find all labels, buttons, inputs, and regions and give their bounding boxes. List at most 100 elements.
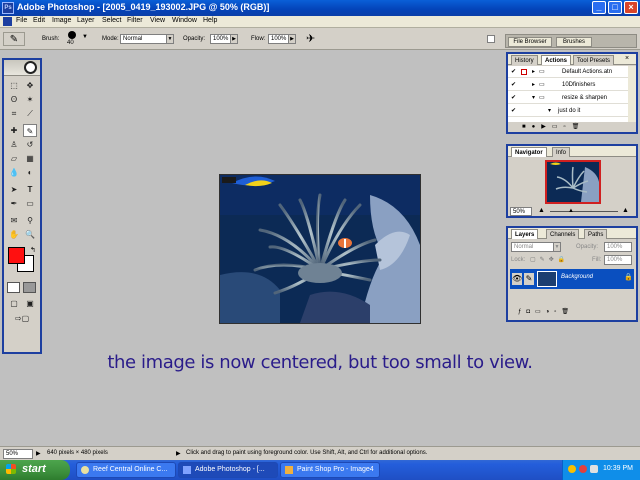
- gradient-tool-icon[interactable]: ▦: [23, 152, 37, 165]
- layer-opacity-field[interactable]: 100%: [604, 242, 632, 252]
- zoom-out-icon[interactable]: ▲: [538, 207, 545, 214]
- maximize-button[interactable]: □: [608, 1, 622, 14]
- quick-mask-mode-icon[interactable]: [23, 282, 36, 293]
- taskbar-item-photoshop[interactable]: Adobe Photoshop - [...: [178, 462, 278, 478]
- tab-history[interactable]: History: [511, 55, 538, 65]
- expand-icon[interactable]: ▾: [548, 105, 551, 117]
- photoshop-app-icon[interactable]: Ps: [2, 2, 14, 14]
- tray-volume-icon[interactable]: [590, 465, 598, 473]
- move-tool-icon[interactable]: ✥: [23, 79, 37, 92]
- notes-tool-icon[interactable]: ✉: [7, 214, 21, 227]
- standard-mode-icon[interactable]: [7, 282, 20, 293]
- brush-tool-icon[interactable]: ✎: [23, 124, 37, 137]
- actions-scrollbar[interactable]: [628, 66, 636, 122]
- layer-row-background[interactable]: 👁 ✎ Background 🔒: [510, 269, 634, 289]
- tab-navigator[interactable]: Navigator: [511, 147, 547, 157]
- healing-brush-tool-icon[interactable]: ✚: [7, 124, 21, 137]
- tab-info[interactable]: Info: [552, 147, 571, 157]
- expand-icon[interactable]: ▸: [532, 79, 535, 91]
- zoom-in-icon[interactable]: ▲: [622, 207, 629, 214]
- tab-actions[interactable]: Actions: [541, 55, 572, 65]
- list-item[interactable]: ✔ ▾ ▭ resize & sharpen: [508, 92, 628, 104]
- taskbar-item-reef-central[interactable]: Reef Central Online C...: [76, 462, 176, 478]
- layer-visibility-eye-icon[interactable]: 👁: [512, 273, 522, 285]
- status-info-arrow-icon[interactable]: ▶: [36, 450, 41, 457]
- adobe-online-eye-icon[interactable]: [24, 61, 37, 74]
- hand-tool-icon[interactable]: ✋: [7, 228, 21, 241]
- swap-colors-icon[interactable]: ↰: [30, 246, 36, 254]
- opacity-field[interactable]: 100% ▶: [210, 34, 238, 44]
- lock-icons[interactable]: ▢✎✥🔒: [530, 256, 569, 263]
- history-brush-tool-icon[interactable]: ↺: [23, 138, 37, 151]
- collapse-icon[interactable]: ▾: [532, 92, 535, 104]
- check-icon[interactable]: ✔: [511, 66, 516, 78]
- zoom-slider[interactable]: [550, 211, 618, 212]
- status-zoom-field[interactable]: 50%: [3, 449, 33, 459]
- flow-field[interactable]: 100% ▶: [268, 34, 296, 44]
- image-document-window[interactable]: [219, 174, 421, 324]
- brush-tool-preset-icon[interactable]: ✎: [3, 32, 25, 46]
- tab-paths[interactable]: Paths: [584, 229, 608, 239]
- eyedropper-tool-icon[interactable]: ⚲: [23, 214, 37, 227]
- adjustment-layer-icon[interactable]: ◑: [546, 309, 555, 315]
- menu-image[interactable]: Image: [52, 17, 71, 24]
- taskbar-item-paint-shop-pro[interactable]: Paint Shop Pro - Image4: [280, 462, 380, 478]
- blend-mode-select[interactable]: Normal ▼: [511, 242, 561, 252]
- navigator-zoom-field[interactable]: 50%: [510, 207, 532, 216]
- brush-picker-arrow-icon[interactable]: ▼: [82, 34, 88, 40]
- menu-help[interactable]: Help: [203, 17, 217, 24]
- fill-field[interactable]: 100%: [604, 255, 632, 265]
- menu-window[interactable]: Window: [172, 17, 197, 24]
- check-icon[interactable]: ✔: [511, 79, 516, 91]
- document-icon[interactable]: [3, 17, 12, 26]
- blur-tool-icon[interactable]: 💧: [7, 166, 21, 179]
- list-item[interactable]: ✔ ▸ ▭ Default Actions.atn: [508, 66, 628, 78]
- foreground-color-swatch[interactable]: [8, 247, 25, 264]
- crop-tool-icon[interactable]: ⌗: [7, 107, 21, 120]
- new-set-icon[interactable]: ▭: [552, 124, 564, 130]
- menu-filter[interactable]: Filter: [127, 17, 143, 24]
- panel-close-icon[interactable]: ×: [625, 55, 629, 62]
- layer-brush-icon[interactable]: ✎: [524, 273, 534, 285]
- minimize-button[interactable]: _: [592, 1, 606, 14]
- check-icon[interactable]: ✔: [511, 92, 516, 104]
- tab-tool-presets[interactable]: Tool Presets: [573, 55, 615, 65]
- palette-well-toggle-icon[interactable]: [487, 35, 495, 43]
- toolbox-header[interactable]: [4, 60, 40, 76]
- menu-view[interactable]: View: [150, 17, 165, 24]
- zoom-tool-icon[interactable]: 🔍: [23, 228, 37, 241]
- tab-channels[interactable]: Channels: [546, 229, 580, 239]
- menu-select[interactable]: Select: [102, 17, 121, 24]
- menu-layer[interactable]: Layer: [77, 17, 95, 24]
- zoom-slider-thumb[interactable]: ▲: [568, 208, 574, 214]
- list-item[interactable]: ✔ ▾ just do it: [508, 105, 628, 117]
- type-tool-icon[interactable]: T: [23, 183, 37, 196]
- dialog-toggle-icon[interactable]: [521, 69, 527, 75]
- path-selection-tool-icon[interactable]: ➤: [7, 183, 21, 196]
- tray-icon-2[interactable]: [579, 465, 587, 473]
- shape-tool-icon[interactable]: ▭: [23, 197, 37, 210]
- mask-icon[interactable]: ◘: [526, 309, 535, 315]
- marquee-tool-icon[interactable]: ⬚: [7, 79, 21, 92]
- menu-file[interactable]: File: [16, 17, 27, 24]
- list-item[interactable]: ✔ ▸ ▭ 10Dfinishers: [508, 79, 628, 91]
- mode-select[interactable]: Normal ▼: [120, 34, 174, 44]
- close-button[interactable]: ×: [624, 1, 638, 14]
- trash-icon[interactable]: 🗑: [561, 309, 574, 315]
- navigator-thumbnail[interactable]: [545, 160, 601, 204]
- slice-tool-icon[interactable]: ⟋: [23, 107, 37, 120]
- eraser-tool-icon[interactable]: ▱: [7, 152, 21, 165]
- brush-preview-icon[interactable]: [68, 31, 76, 39]
- tab-file-browser[interactable]: File Browser: [508, 37, 552, 47]
- clock[interactable]: 10:39 PM: [603, 465, 633, 472]
- airbrush-icon[interactable]: ✈: [306, 32, 315, 45]
- record-icon[interactable]: ●: [532, 124, 542, 130]
- expand-icon[interactable]: ▸: [532, 66, 535, 78]
- screen-mode-standard-icon[interactable]: ▢: [7, 297, 21, 310]
- start-button[interactable]: start: [0, 460, 70, 480]
- menu-edit[interactable]: Edit: [33, 17, 45, 24]
- magic-wand-tool-icon[interactable]: ✶: [23, 93, 37, 106]
- layer-set-icon[interactable]: ▭: [535, 309, 546, 315]
- tray-icon-1[interactable]: [568, 465, 576, 473]
- lasso-tool-icon[interactable]: ʘ: [7, 93, 21, 106]
